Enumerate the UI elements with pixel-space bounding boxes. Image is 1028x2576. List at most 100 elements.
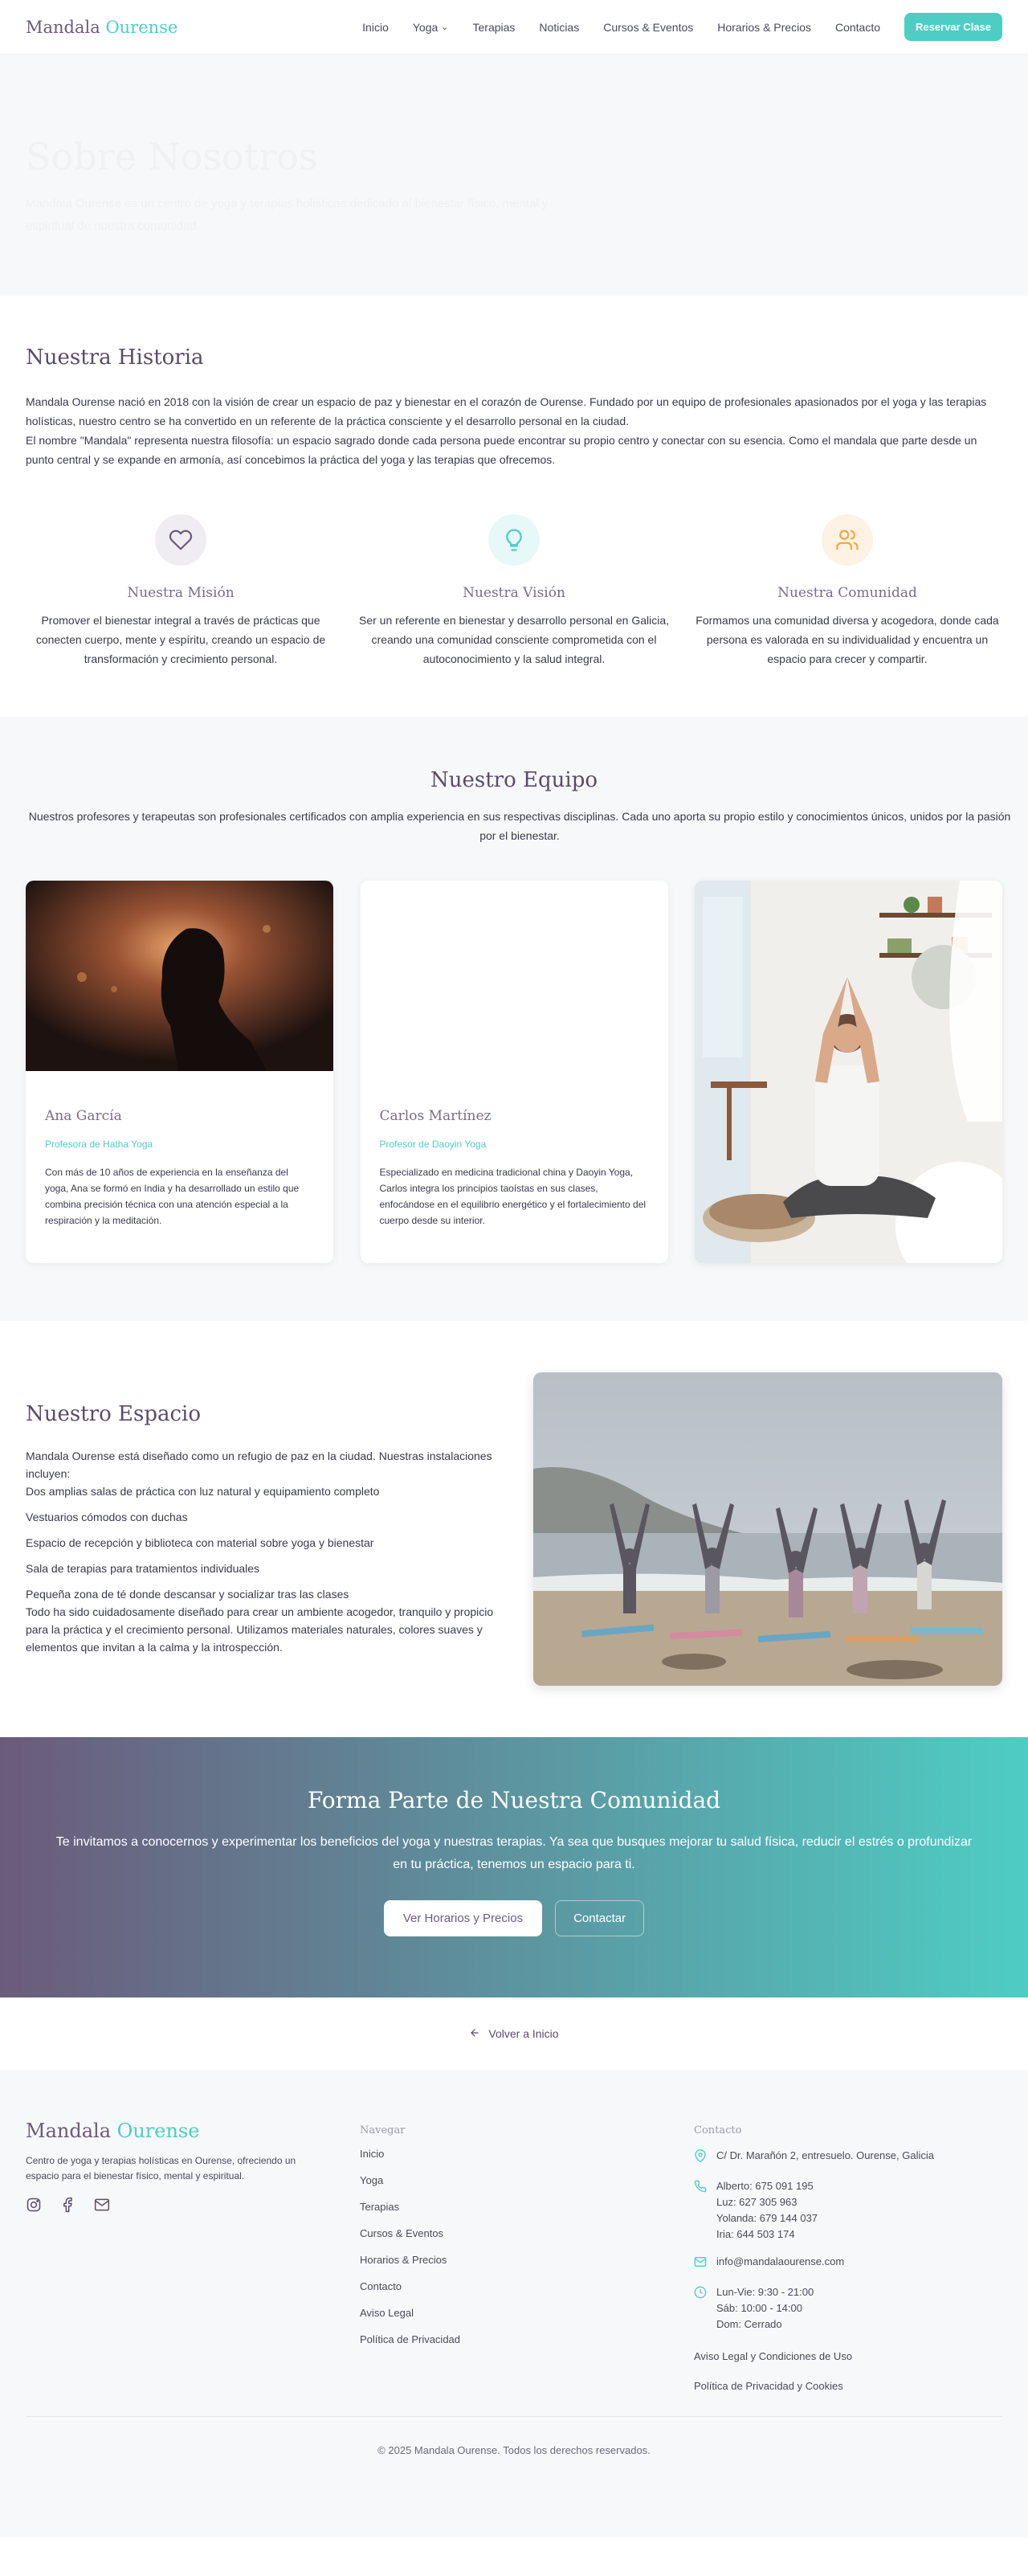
values-row: Nuestra Misión Promover el bienestar int…: [26, 469, 1002, 717]
team-card-ana-body: Ana García Profesora de Hatha Yoga Con m…: [26, 1071, 333, 1229]
team-photo-ana: [26, 881, 333, 1071]
historia-paragraph-2: El nombre "Mandala" representa nuestra f…: [26, 434, 977, 466]
historia-title: Nuestra Historia: [26, 346, 204, 370]
email-link[interactable]: info@mandalaourense.com: [716, 2254, 844, 2273]
team-name-carlos: Carlos Martínez: [379, 1108, 492, 1124]
cta-buttons: Ver Horarios y Precios Contactar: [0, 1900, 1028, 1936]
historia-paragraph-1: Mandala Ourense nació en 2018 con la vis…: [26, 395, 987, 427]
clock-icon: [694, 2284, 707, 2333]
footer-link-contacto[interactable]: Contacto: [360, 2280, 694, 2292]
hero-section: Sobre Nosotros Mandala Ourense es un cen…: [0, 55, 1028, 296]
phone-list: Alberto: 675 091 195 Luz: 627 305 963 Yo…: [716, 2178, 818, 2243]
footer-logo-main: Mandala: [26, 2120, 111, 2142]
ver-horarios-button[interactable]: Ver Horarios y Precios: [383, 1900, 543, 1936]
contact-phones: Alberto: 675 091 195 Luz: 627 305 963 Yo…: [694, 2178, 1002, 2243]
hours-sunday: Dom: Cerrado: [716, 2318, 782, 2330]
nav-terapias[interactable]: Terapias: [473, 21, 516, 34]
footer-nav: Navegar Inicio Yoga Terapias Cursos & Ev…: [360, 2120, 694, 2392]
espacio-outro: Todo ha sido cuidadosamente diseñado par…: [26, 1605, 494, 1654]
nav-contacto[interactable]: Contacto: [835, 21, 880, 34]
list-item: Sala de terapias para tratamientos indiv…: [26, 1562, 260, 1575]
team-card-ana: Ana García Profesora de Hatha Yoga Con m…: [26, 881, 333, 1263]
footer-nav-list: Inicio Yoga Terapias Cursos & Eventos Ho…: [360, 2148, 694, 2345]
cta-text: Te invitamos a conocernos y experimentar…: [55, 1835, 973, 1871]
logo-accent: Ourense: [105, 17, 178, 37]
espacio-beach-photo: [533, 1372, 1002, 1686]
nav-cursos-eventos[interactable]: Cursos & Eventos: [603, 21, 693, 34]
footer-privacy-link[interactable]: Política de Privacidad y Cookies: [694, 2380, 1002, 2392]
reservar-clase-button[interactable]: Reservar Clase: [904, 13, 1002, 41]
cta-section: Forma Parte de Nuestra Comunidad Te invi…: [0, 1737, 1028, 1997]
footer-columns: Mandala Ourense Centro de yoga y terapia…: [26, 2120, 1002, 2392]
contact-hours: Lun-Vie: 9:30 - 21:00 Sáb: 10:00 - 14:00…: [694, 2284, 1002, 2333]
address-text: C/ Dr. Marañón 2, entresuelo. Ourense, G…: [716, 2149, 934, 2161]
users-icon: [822, 514, 873, 566]
hours-saturday: Sáb: 10:00 - 14:00: [716, 2302, 802, 2314]
footer-link-aviso-legal[interactable]: Aviso Legal: [360, 2307, 694, 2319]
team-bio-carlos: Especializado en medicina tradicional ch…: [379, 1167, 647, 1226]
team-name-ana: Ana García: [45, 1108, 122, 1124]
nav-inicio[interactable]: Inicio: [362, 21, 389, 34]
back-to-home-link[interactable]: Volver a Inicio: [0, 1997, 1028, 2070]
value-vision-text: Ser un referente en bienestar y desarrol…: [359, 614, 669, 665]
phone-luz[interactable]: Luz: 627 305 963: [716, 2194, 818, 2210]
espacio-section: Nuestro Espacio Mandala Ourense está dis…: [0, 1321, 1028, 1737]
mail-icon: [694, 2254, 707, 2273]
list-item: Pequeña zona de té donde descansar y soc…: [26, 1588, 349, 1601]
back-label: Volver a Inicio: [488, 2027, 559, 2040]
value-vision: Nuestra Visión Ser un referente en biene…: [359, 514, 669, 669]
lightbulb-icon: [488, 514, 540, 566]
footer-link-yoga[interactable]: Yoga: [360, 2174, 694, 2186]
footer-legal-link[interactable]: Aviso Legal y Condiciones de Uso: [694, 2350, 1002, 2362]
hero-subtitle: Mandala Ourense es un centro de yoga y t…: [26, 197, 549, 233]
nav-noticias[interactable]: Noticias: [539, 21, 579, 34]
heart-icon: [155, 514, 206, 566]
hero-title: Sobre Nosotros: [26, 135, 318, 178]
espacio-text: Nuestro Espacio Mandala Ourense está dis…: [26, 1402, 500, 1656]
footer-brand: Mandala Ourense Centro de yoga y terapia…: [26, 2120, 360, 2392]
footer-link-terapias[interactable]: Terapias: [360, 2201, 694, 2213]
footer-logo-accent: Ourense: [116, 2120, 200, 2142]
mail-icon[interactable]: [93, 2197, 111, 2217]
site-footer: Mandala Ourense Centro de yoga y terapia…: [0, 2070, 1028, 2537]
historia-section: Nuestra Historia Mandala Ourense nació e…: [0, 296, 1028, 717]
equipo-section: Nuestro Equipo Nuestros profesores y ter…: [0, 717, 1028, 1321]
phone-alberto[interactable]: Alberto: 675 091 195: [716, 2178, 818, 2194]
list-item: Vestuarios cómodos con duchas: [26, 1511, 188, 1523]
social-links: [26, 2197, 360, 2217]
list-item: Espacio de recepción y biblioteca con ma…: [26, 1536, 374, 1549]
instagram-icon[interactable]: [26, 2197, 42, 2217]
footer-link-privacidad[interactable]: Política de Privacidad: [360, 2333, 694, 2345]
facebook-icon[interactable]: [59, 2197, 75, 2217]
footer-link-horarios[interactable]: Horarios & Precios: [360, 2254, 694, 2266]
equipo-title: Nuestro Equipo: [430, 768, 598, 792]
footer-link-inicio[interactable]: Inicio: [360, 2148, 694, 2160]
contact-address: C/ Dr. Marañón 2, entresuelo. Ourense, G…: [694, 2148, 1002, 2167]
phone-iria[interactable]: Iria: 644 503 174: [716, 2226, 818, 2243]
equipo-lead: Nuestros profesores y terapeutas son pro…: [28, 810, 1011, 842]
team-bio-ana: Con más de 10 años de experiencia en la …: [45, 1167, 300, 1226]
value-mision-title: Nuestra Misión: [127, 585, 235, 601]
phone-yolanda[interactable]: Yolanda: 679 144 037: [716, 2210, 818, 2226]
map-pin-icon: [694, 2148, 707, 2167]
contactar-button[interactable]: Contactar: [555, 1900, 645, 1936]
nav-horarios-precios[interactable]: Horarios & Precios: [717, 21, 811, 34]
team-role-carlos: Profesor de Daoyin Yoga: [379, 1139, 487, 1150]
footer-logo[interactable]: Mandala Ourense: [26, 2120, 360, 2142]
cta-title: Forma Parte de Nuestra Comunidad: [307, 1787, 721, 1813]
team-card-carlos: Carlos Martínez Profesor de Daoyin Yoga …: [360, 881, 668, 1263]
footer-nav-title: Navegar: [360, 2124, 406, 2136]
value-comunidad: Nuestra Comunidad Formamos una comunidad…: [692, 514, 1002, 669]
main-nav: Inicio Yoga ⌄ Terapias Noticias Cursos & …: [362, 13, 1002, 41]
value-vision-title: Nuestra Visión: [463, 585, 565, 601]
nav-yoga[interactable]: Yoga ⌄: [413, 21, 449, 34]
value-comunidad-title: Nuestra Comunidad: [777, 585, 917, 601]
phone-icon: [694, 2178, 707, 2243]
value-mision-text: Promover el bienestar integral a través …: [35, 614, 326, 665]
team-photo-carlos: [360, 881, 668, 1071]
espacio-intro: Mandala Ourense está diseñado como un re…: [26, 1450, 492, 1480]
footer-link-cursos[interactable]: Cursos & Eventos: [360, 2227, 694, 2239]
team-photo-yoga: [695, 881, 1002, 1263]
arrow-left-icon: [469, 2027, 480, 2041]
site-logo[interactable]: Mandala Ourense: [26, 18, 177, 37]
